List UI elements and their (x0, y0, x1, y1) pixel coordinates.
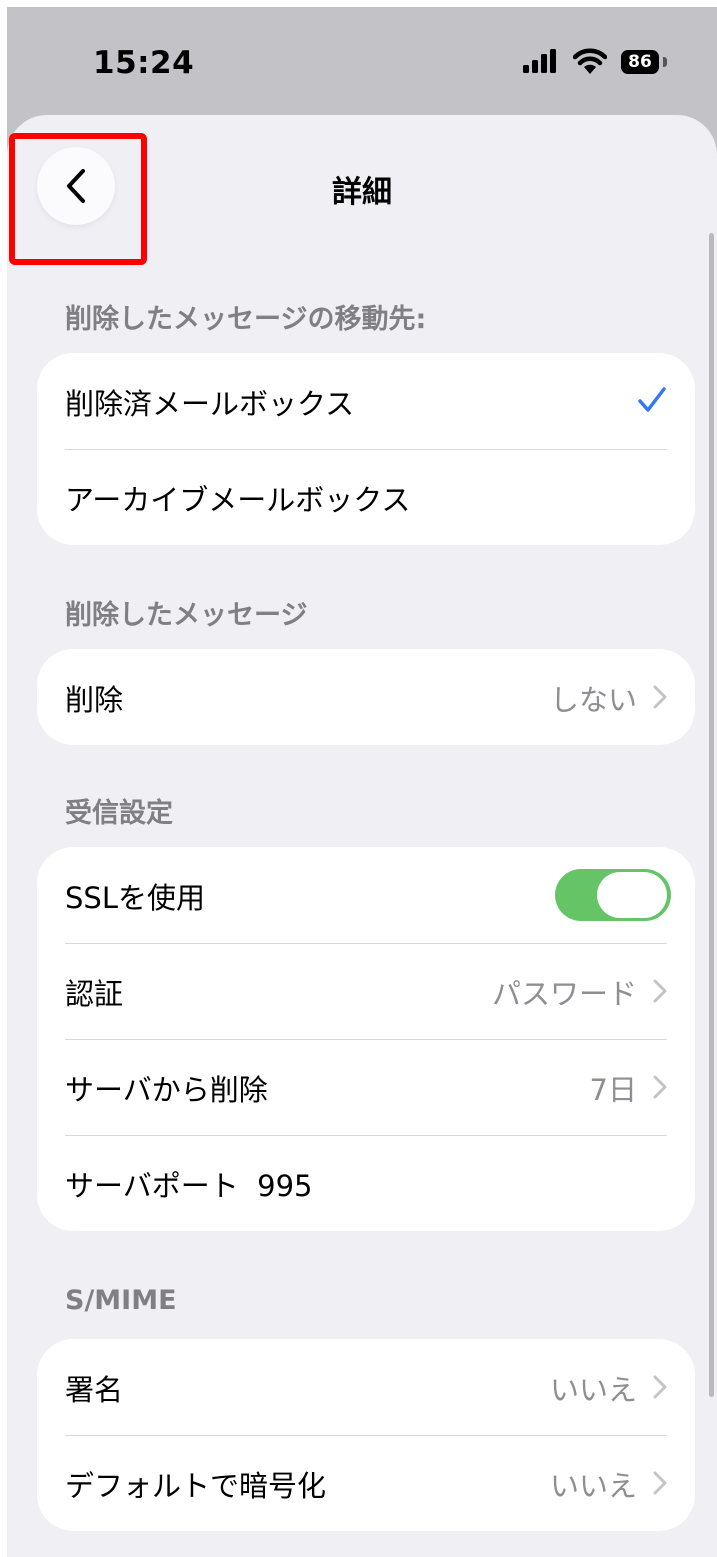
toggle-knob (597, 872, 667, 918)
row-label: サーバポート 995 (65, 1163, 313, 1205)
checkmark-icon (637, 385, 667, 419)
chevron-right-icon (653, 1375, 667, 1403)
group-smime: 署名 いいえ デフォルトで暗号化 いいえ (37, 1339, 695, 1531)
section-header-deleted-messages: 削除したメッセージ (65, 600, 308, 631)
scrollbar[interactable] (709, 233, 714, 1397)
chevron-right-icon (653, 1471, 667, 1499)
group-deleted-messages: 削除 しない (37, 649, 695, 745)
phone-screen: 15:24 86 詳細 削除したメッセージの移動先: 削除済メールボックス アー… (7, 7, 717, 1557)
battery-tip (663, 57, 667, 67)
ssl-toggle[interactable] (555, 869, 671, 921)
server-port-label: サーバポート (65, 1169, 239, 1203)
row-value: しない (549, 683, 637, 717)
row-value: いいえ (549, 1373, 637, 1407)
page-title: 詳細 (332, 175, 392, 210)
row-server-port[interactable]: サーバポート 995 (37, 1135, 695, 1231)
row-delete-from-server[interactable]: サーバから削除 7日 (37, 1039, 695, 1135)
row-signature[interactable]: 署名 いいえ (37, 1339, 695, 1435)
group-deleted-dest: 削除済メールボックス アーカイブメールボックス (37, 353, 695, 545)
row-authentication[interactable]: 認証 パスワード (37, 943, 695, 1039)
battery-icon: 86 (621, 50, 659, 74)
row-label: デフォルトで暗号化 (65, 1469, 327, 1503)
section-header-deleted-dest: 削除したメッセージの移動先: (65, 304, 427, 335)
signal-icon (523, 49, 559, 77)
settings-sheet: 詳細 削除したメッセージの移動先: 削除済メールボックス アーカイブメールボック… (7, 115, 717, 1557)
row-label: 認証 (65, 977, 124, 1011)
row-label: 署名 (65, 1373, 124, 1407)
row-value: 7日 (589, 1073, 637, 1107)
chevron-right-icon (653, 1075, 667, 1103)
chevron-right-icon (653, 685, 667, 713)
row-value: いいえ (549, 1469, 637, 1503)
row-value: パスワード (491, 977, 637, 1011)
option-label: アーカイブメールボックス (65, 483, 411, 517)
section-header-incoming: 受信設定 (65, 798, 173, 829)
group-incoming: SSLを使用 認証 パスワード サーバから削除 7日 サーバポート 995 (37, 847, 695, 1231)
row-label: 削除 (65, 683, 124, 717)
row-use-ssl: SSLを使用 (37, 847, 695, 943)
option-archive-mailbox[interactable]: アーカイブメールボックス (37, 449, 695, 545)
option-label: 削除済メールボックス (65, 387, 355, 421)
status-time: 15:24 (93, 45, 195, 81)
option-deleted-mailbox[interactable]: 削除済メールボックス (37, 353, 695, 449)
status-bar: 15:24 86 (7, 7, 717, 117)
row-label: サーバから削除 (65, 1073, 268, 1107)
wifi-icon (572, 48, 608, 78)
row-delete[interactable]: 削除 しない (37, 649, 695, 745)
row-encrypt-default[interactable]: デフォルトで暗号化 いいえ (37, 1435, 695, 1531)
chevron-right-icon (653, 979, 667, 1007)
server-port-input[interactable]: 995 (257, 1169, 312, 1203)
section-header-smime: S/MIME (65, 1285, 177, 1316)
row-label: SSLを使用 (65, 881, 205, 915)
